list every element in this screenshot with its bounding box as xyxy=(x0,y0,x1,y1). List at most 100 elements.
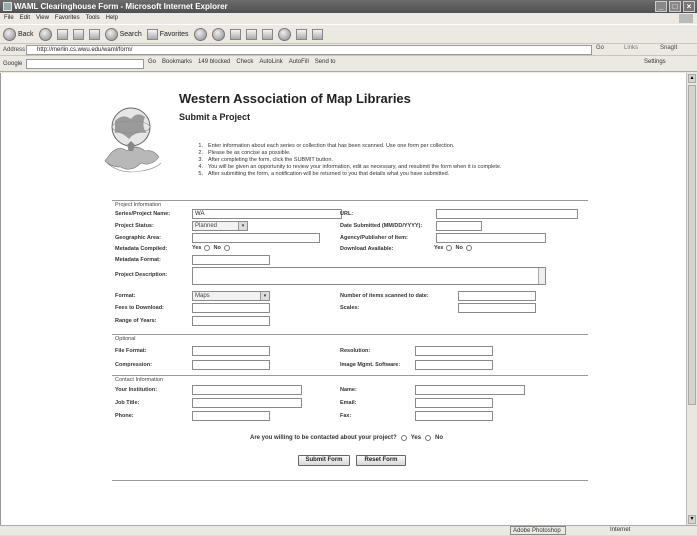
file-format-input[interactable] xyxy=(192,346,270,356)
search-icon xyxy=(104,27,118,41)
page-content: Western Association of Map Libraries Sub… xyxy=(0,73,686,525)
date-submitted-label: Date Submitted (MM/DD/YYYY): xyxy=(340,223,423,229)
snagit-button[interactable]: SnagIt xyxy=(660,45,677,51)
menu-tools[interactable]: Tools xyxy=(86,13,100,24)
address-input[interactable]: http://merlin.cs.wwu.edu/waml/form/ xyxy=(26,45,592,55)
discuss-button[interactable] xyxy=(277,27,291,41)
chevron-down-icon: ▾ xyxy=(260,292,269,300)
status-bar: Adobe Photoshop Internet xyxy=(0,525,697,535)
standard-toolbar: Back Search Favorites xyxy=(0,24,697,44)
instruction-item: 5. After submitting the form, a notificat… xyxy=(198,171,450,177)
metadata-no-radio[interactable] xyxy=(223,245,230,251)
fees-to-download-input[interactable] xyxy=(192,303,270,313)
maximize-button[interactable]: □ xyxy=(669,1,681,12)
search-button[interactable]: Search xyxy=(104,27,142,41)
forward-button[interactable] xyxy=(38,27,52,41)
resolution-input[interactable] xyxy=(415,346,493,356)
project-status-label: Project Status: xyxy=(115,223,154,229)
back-button[interactable]: Back xyxy=(3,27,34,41)
autofill-button[interactable]: AutoFill xyxy=(289,59,309,65)
go-button[interactable]: Go xyxy=(596,45,604,51)
page-scrollbar[interactable]: ▴ ▾ xyxy=(686,73,697,525)
instruction-item: 2. Please be as concise as possible. xyxy=(198,150,291,156)
optional-section: Optional File Format: Resolution: Compre… xyxy=(112,334,588,374)
autolink-button[interactable]: AutoLink xyxy=(259,59,282,65)
series-name-input[interactable]: WA xyxy=(192,209,342,219)
image-mgmt-software-input[interactable] xyxy=(415,360,493,370)
job-title-input[interactable] xyxy=(192,398,302,408)
stop-button[interactable] xyxy=(56,28,68,40)
address-label: Address xyxy=(3,46,26,53)
sendto-button[interactable]: Send to xyxy=(315,59,336,65)
edit-button[interactable] xyxy=(261,28,273,40)
url-label: URL: xyxy=(340,211,354,217)
scales-input[interactable] xyxy=(458,303,536,313)
metadata-format-input[interactable] xyxy=(192,255,270,265)
messenger-button[interactable] xyxy=(311,28,323,40)
geographic-area-input[interactable] xyxy=(192,233,320,243)
email-input[interactable] xyxy=(415,398,493,408)
download-no-radio[interactable] xyxy=(465,245,472,251)
institution-input[interactable] xyxy=(192,385,302,395)
name-input[interactable] xyxy=(415,385,525,395)
phone-label: Phone: xyxy=(115,413,134,419)
scroll-down-arrow-icon[interactable]: ▾ xyxy=(688,515,696,524)
instruction-item: 4. You will be given an opportunity to re… xyxy=(198,164,502,170)
url-input[interactable] xyxy=(436,209,578,219)
project-description-textarea[interactable] xyxy=(192,267,546,285)
scroll-up-arrow-icon[interactable]: ▴ xyxy=(688,74,696,83)
media-button[interactable] xyxy=(193,27,207,41)
menu-file[interactable]: File xyxy=(4,13,14,24)
star-icon xyxy=(146,28,158,40)
metadata-yes-radio[interactable] xyxy=(204,245,211,251)
menu-bar: File Edit View Favorites Tools Help xyxy=(0,13,697,24)
scroll-thumb[interactable] xyxy=(688,85,696,405)
minimize-button[interactable]: _ xyxy=(655,1,667,12)
fax-input[interactable] xyxy=(415,411,493,421)
willing-no-radio[interactable] xyxy=(425,435,432,441)
number-of-items-input[interactable] xyxy=(458,291,536,301)
phone-input[interactable] xyxy=(192,411,270,421)
menu-view[interactable]: View xyxy=(36,13,49,24)
range-of-years-input[interactable] xyxy=(192,316,270,326)
willing-to-be-contacted: Are you willing to be contacted about yo… xyxy=(250,435,444,441)
download-available-radios: Yes No xyxy=(434,245,472,251)
menu-favorites[interactable]: Favorites xyxy=(55,13,80,24)
menu-help[interactable]: Help xyxy=(106,13,118,24)
project-description-label: Project Description: xyxy=(115,272,168,278)
links-button[interactable]: Links xyxy=(624,45,638,51)
refresh-button[interactable] xyxy=(72,28,84,40)
history-button[interactable] xyxy=(211,27,225,41)
date-submitted-input[interactable] xyxy=(436,221,482,231)
reset-button[interactable]: Reset Form xyxy=(356,455,406,466)
compression-input[interactable] xyxy=(192,360,270,370)
mail-button[interactable] xyxy=(229,28,241,40)
download-yes-radio[interactable] xyxy=(446,245,453,251)
project-status-select[interactable]: Planned ▾ xyxy=(192,221,248,231)
file-format-label: File Format: xyxy=(115,348,147,354)
close-button[interactable]: × xyxy=(683,1,695,12)
print-button[interactable] xyxy=(245,28,257,40)
fees-to-download-label: Fees to Download: xyxy=(115,305,164,311)
metadata-compiled-label: Metadata Compiled: xyxy=(115,246,168,252)
willing-yes-radio[interactable] xyxy=(400,435,407,441)
home-button[interactable] xyxy=(88,28,100,40)
submit-button[interactable]: Submit Form xyxy=(298,455,350,466)
google-go-button[interactable]: Go xyxy=(148,59,156,65)
divider xyxy=(112,480,588,481)
bookmarks-button[interactable]: Bookmarks xyxy=(162,59,192,65)
popup-blocked-button[interactable]: 149 blocked xyxy=(198,59,230,65)
agency-publisher-input[interactable] xyxy=(436,233,546,243)
check-button[interactable]: Check xyxy=(236,59,253,65)
textarea-scrollbar[interactable] xyxy=(538,268,545,284)
google-search-input[interactable] xyxy=(26,59,144,69)
metadata-format-label: Metadata Format: xyxy=(115,257,161,263)
instruction-item: 1. Enter information about each series or… xyxy=(198,143,455,149)
section-label: Optional xyxy=(115,336,136,342)
resolution-label: Resolution: xyxy=(340,348,371,354)
google-settings-button[interactable]: Settings xyxy=(644,59,666,65)
favorites-button[interactable]: Favorites xyxy=(146,28,189,40)
menu-edit[interactable]: Edit xyxy=(20,13,30,24)
research-button[interactable] xyxy=(295,28,307,40)
format-select[interactable]: Maps ▾ xyxy=(192,291,270,301)
